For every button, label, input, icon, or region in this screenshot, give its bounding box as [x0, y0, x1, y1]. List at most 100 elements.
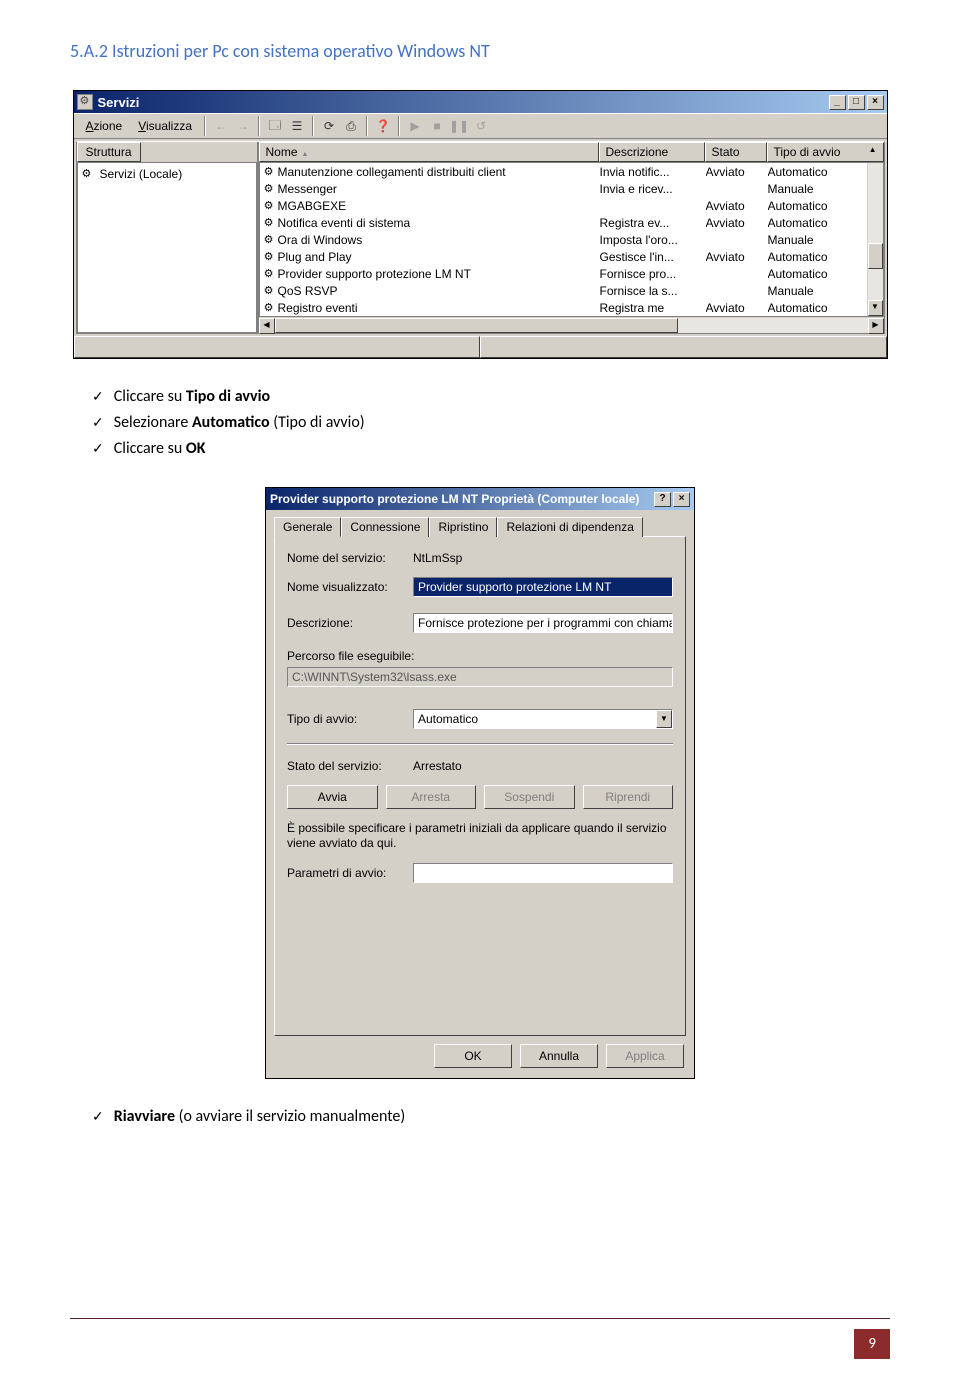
horizontal-scrollbar[interactable]: ◀ ▶ [259, 317, 884, 333]
help-button[interactable]: ? [654, 492, 671, 507]
instruction-list: ✓ Riavviare (o avviare il servizio manua… [92, 1107, 890, 1127]
service-row[interactable]: ⚙MessengerInvia e ricev...Manuale [260, 180, 867, 197]
tab-connection[interactable]: Connessione [341, 517, 429, 537]
label-svcstate: Stato del servizio: [287, 759, 413, 773]
close-button[interactable]: × [673, 492, 690, 507]
col-desc[interactable]: Descrizione [599, 142, 705, 162]
label-exepath: Percorso file eseguibile: [287, 649, 673, 663]
cell-name: Plug and Play [278, 250, 600, 264]
dialog-titlebar[interactable]: Provider supporto protezione LM NT Propr… [266, 488, 694, 510]
dropdown-startup[interactable]: Automatico ▼ [413, 709, 673, 729]
restart-icon[interactable]: ↺ [470, 116, 492, 136]
gear-icon: ⚙ [260, 301, 278, 314]
label-startup: Tipo di avvio: [287, 712, 413, 726]
tab-strip: Generale Connessione Ripristino Relazion… [266, 510, 694, 536]
ok-button[interactable]: OK [434, 1044, 512, 1068]
tab-general[interactable]: Generale [274, 517, 341, 537]
menu-view[interactable]: Visualizza [130, 119, 200, 133]
pause-icon[interactable]: ❚❚ [448, 116, 470, 136]
cell-startup: Automatico [768, 301, 867, 315]
service-row[interactable]: ⚙Ora di WindowsImposta l'oro...Manuale [260, 231, 867, 248]
cell-name: MGABGEXE [278, 199, 600, 213]
close-button[interactable]: × [867, 95, 884, 110]
cell-startup: Automatico [768, 250, 867, 264]
cell-name: Ora di Windows [278, 233, 600, 247]
help-icon[interactable]: ❓ [372, 116, 394, 136]
minimize-button[interactable]: _ [829, 95, 846, 110]
scroll-thumb[interactable] [868, 243, 883, 269]
check-icon: ✓ [92, 413, 104, 433]
cell-state: Avviato [706, 199, 768, 213]
start-button[interactable]: Avvia [287, 785, 378, 809]
label-svcname: Nome del servizio: [287, 551, 413, 565]
input-params[interactable] [413, 863, 673, 883]
cell-state: Avviato [706, 165, 768, 179]
properties-icon[interactable]: 🗔 [264, 116, 286, 136]
stop-icon[interactable]: ■ [426, 116, 448, 136]
gear-icon: ⚙ [82, 167, 96, 181]
service-row[interactable]: ⚙Provider supporto protezione LM NTForni… [260, 265, 867, 282]
export-icon[interactable]: ⎙ [340, 116, 362, 136]
stop-button[interactable]: Arresta [386, 785, 477, 809]
chevron-down-icon[interactable]: ▼ [656, 710, 672, 728]
service-row[interactable]: ⚙MGABGEXEAvviatoAutomatico [260, 197, 867, 214]
divider [287, 743, 673, 745]
service-row[interactable]: ⚙Notifica eventi di sistemaRegistra ev..… [260, 214, 867, 231]
resume-button[interactable]: Riprendi [583, 785, 674, 809]
refresh-icon[interactable]: ⟳ [318, 116, 340, 136]
check-icon: ✓ [92, 387, 104, 407]
menubar-toolbar: Azione Visualizza ← → 🗔 ☰ ⟳ ⎙ ❓ ▶ ■ ❚❚ ↺ [74, 113, 887, 139]
cell-startup: Automatico [768, 216, 867, 230]
gear-icon: ⚙ [260, 250, 278, 263]
titlebar[interactable]: Servizi _ □ × [74, 91, 887, 113]
gear-icon: ⚙ [260, 284, 278, 297]
value-svcstate: Arrestato [413, 759, 462, 773]
maximize-button[interactable]: □ [848, 95, 865, 110]
input-desc[interactable]: Fornisce protezione per i programmi con … [413, 613, 673, 633]
input-dispname[interactable]: Provider supporto protezione LM NT [413, 577, 673, 597]
tab-page-general: Nome del servizio: NtLmSsp Nome visualiz… [274, 536, 686, 1036]
tree-root[interactable]: ⚙ Servizi (Locale) [82, 167, 252, 181]
cell-name: QoS RSVP [278, 284, 600, 298]
menu-action[interactable]: Azione [78, 119, 131, 133]
apply-button[interactable]: Applica [606, 1044, 684, 1068]
check-icon: ✓ [92, 1107, 104, 1127]
gear-icon: ⚙ [260, 216, 278, 229]
scroll-thumb[interactable] [275, 318, 678, 333]
cancel-button[interactable]: Annulla [520, 1044, 598, 1068]
page-footer: 9 [70, 1318, 890, 1359]
cell-state: Avviato [706, 216, 768, 230]
toolbar-separator [312, 116, 314, 136]
check-icon: ✓ [92, 439, 104, 459]
scroll-down-icon[interactable]: ▼ [868, 300, 883, 316]
label-params: Parametri di avvio: [287, 866, 413, 880]
cell-desc: Gestisce l'in... [600, 250, 706, 264]
window-title: Servizi [98, 95, 829, 110]
vertical-scrollbar[interactable]: ▼ [867, 163, 883, 316]
col-startup[interactable]: Tipo di avvio▲ [767, 142, 884, 162]
cell-state: Avviato [706, 250, 768, 264]
tab-recovery[interactable]: Ripristino [429, 517, 497, 537]
tree-tab[interactable]: Struttura [77, 142, 141, 162]
pause-button[interactable]: Sospendi [484, 785, 575, 809]
forward-icon[interactable]: → [232, 116, 254, 136]
cell-desc: Invia notific... [600, 165, 706, 179]
service-row[interactable]: ⚙Registro eventiRegistra meAvviatoAutoma… [260, 299, 867, 316]
list-icon[interactable]: ☰ [286, 116, 308, 136]
scroll-right-icon[interactable]: ▶ [868, 318, 884, 334]
service-row[interactable]: ⚙QoS RSVPFornisce la s...Manuale [260, 282, 867, 299]
scroll-up-icon: ▲ [869, 145, 877, 159]
cell-state: Avviato [706, 301, 768, 315]
cell-startup: Manuale [768, 233, 867, 247]
service-row[interactable]: ⚙Manutenzione collegamenti distribuiti c… [260, 163, 867, 180]
scroll-left-icon[interactable]: ◀ [259, 318, 275, 334]
tree-label: Servizi (Locale) [100, 167, 183, 181]
cell-name: Registro eventi [278, 301, 600, 315]
col-state[interactable]: Stato [705, 142, 767, 162]
col-name[interactable]: Nome [259, 142, 599, 162]
service-row[interactable]: ⚙Plug and PlayGestisce l'in...AvviatoAut… [260, 248, 867, 265]
back-icon[interactable]: ← [210, 116, 232, 136]
tab-dependencies[interactable]: Relazioni di dipendenza [497, 517, 642, 537]
play-icon[interactable]: ▶ [404, 116, 426, 136]
cell-desc: Fornisce la s... [600, 284, 706, 298]
